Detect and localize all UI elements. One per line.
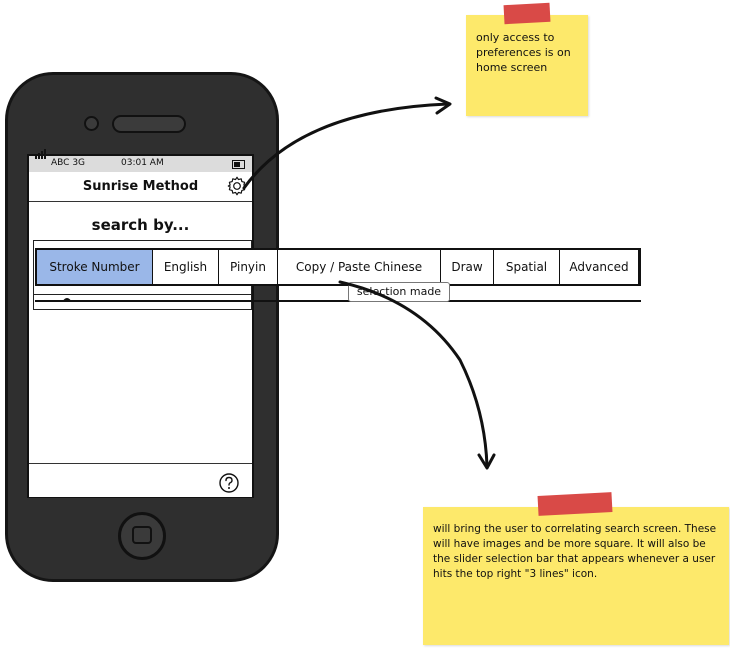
arrow-to-preferences-note: [242, 102, 450, 190]
arrow-to-search-note: [338, 280, 489, 468]
annotation-arrows: [242, 96, 496, 470]
